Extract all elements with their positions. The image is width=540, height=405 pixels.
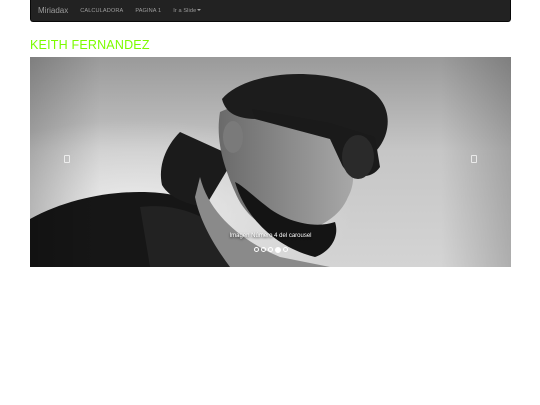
image-carousel: Imagen Número 4 del carousel bbox=[30, 57, 511, 267]
carousel-indicators bbox=[30, 246, 511, 253]
nav-dropdown-label: Ir a Slide bbox=[173, 7, 197, 14]
carousel-indicator-dot[interactable] bbox=[267, 247, 273, 252]
top-navbar: Miriadax CALCULADORA PAGINA 1 Ir a Slide bbox=[30, 0, 511, 22]
chevron-left-icon bbox=[64, 155, 70, 163]
nav-link-pagina-1[interactable]: PAGINA 1 bbox=[129, 8, 167, 14]
brand-link[interactable]: Miriadax bbox=[31, 6, 74, 15]
nav-dropdown-ir-a-slide[interactable]: Ir a Slide bbox=[167, 8, 207, 14]
caret-down-icon bbox=[197, 9, 202, 12]
carousel-indicator-dot[interactable] bbox=[253, 247, 259, 252]
carousel-indicator-dot[interactable] bbox=[282, 247, 288, 252]
carousel-indicator-dot[interactable] bbox=[274, 246, 281, 253]
nav-link-calculadora[interactable]: CALCULADORA bbox=[74, 8, 129, 14]
carousel-indicator-dot[interactable] bbox=[260, 247, 266, 252]
carousel-caption: Imagen Número 4 del carousel bbox=[229, 233, 312, 239]
page-title: KEITH FERNANDEZ bbox=[30, 38, 150, 52]
chevron-right-icon bbox=[471, 155, 477, 163]
